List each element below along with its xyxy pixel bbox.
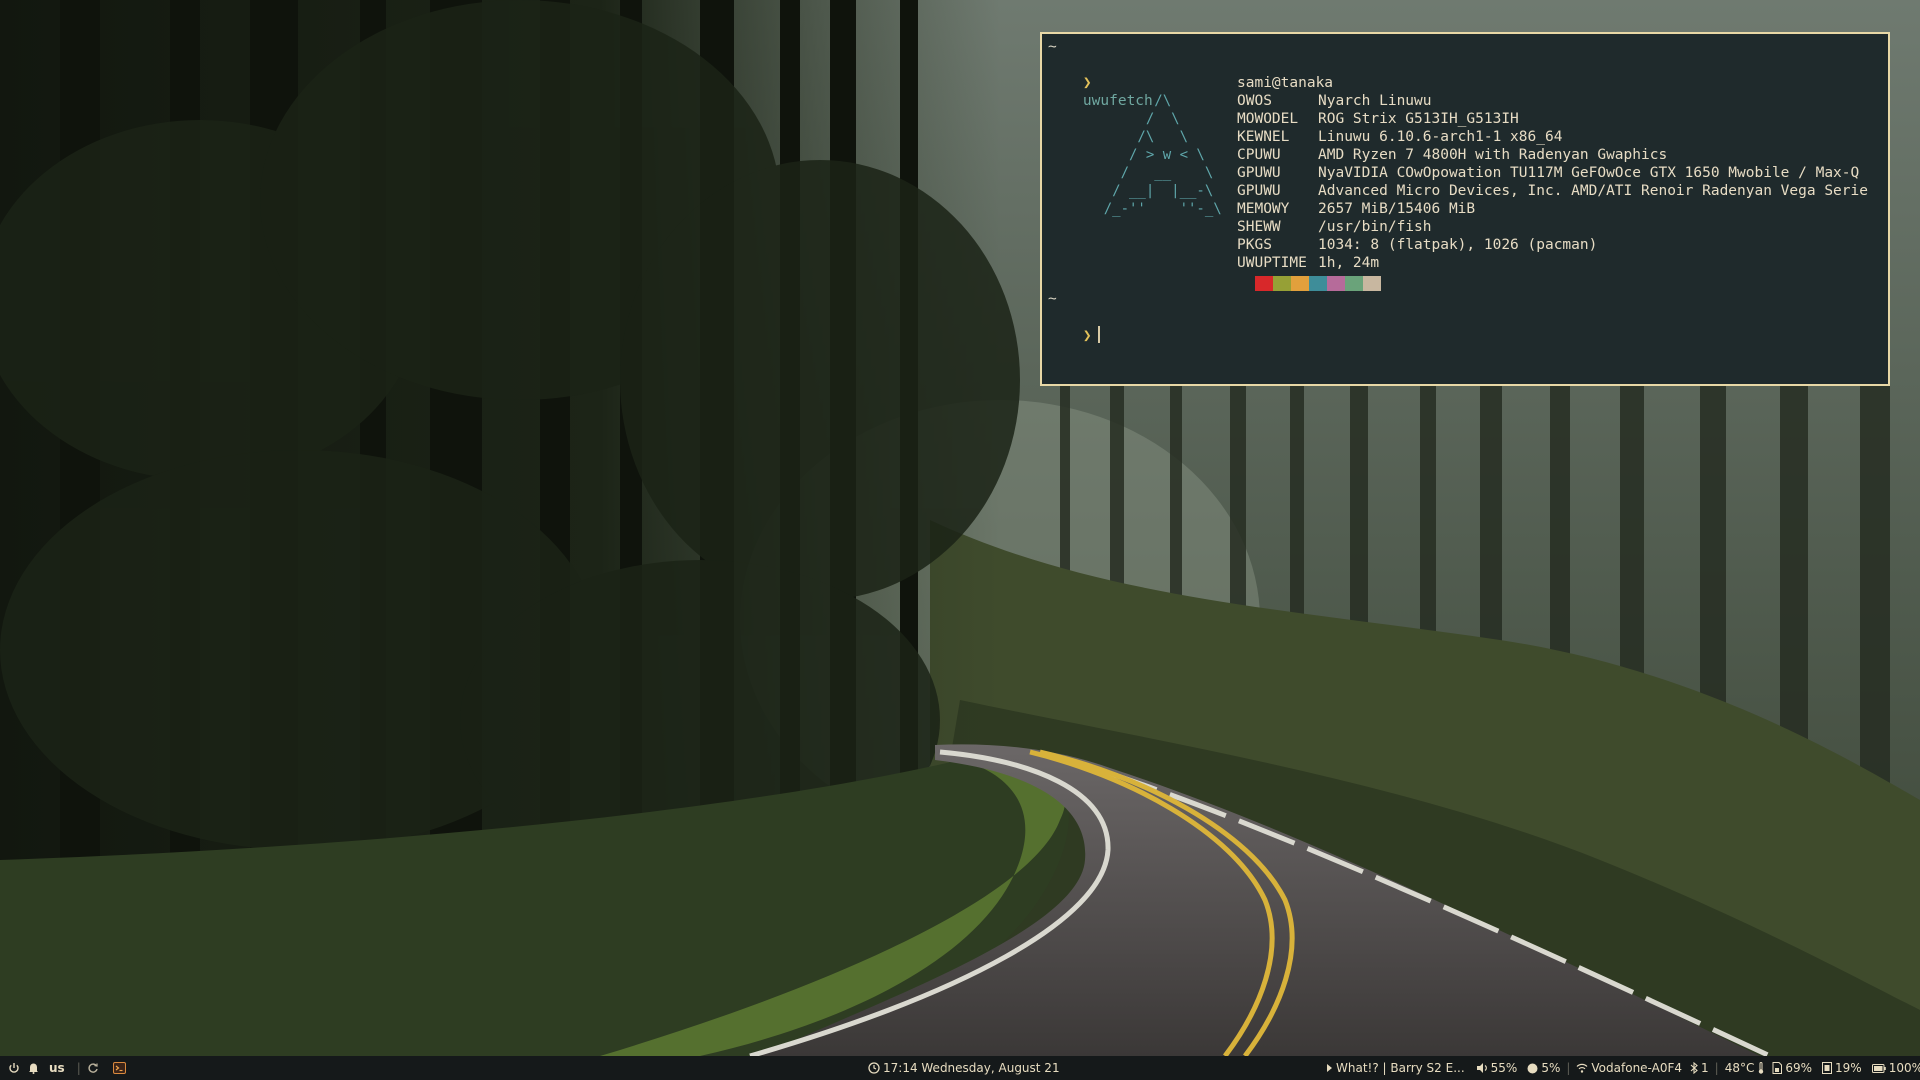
terminal-window[interactable]: ~ ❯ uwufetch /\ / \ /\ \ / > w < \ / __ … xyxy=(1040,32,1890,386)
brightness-level[interactable]: 5% xyxy=(1541,1056,1560,1080)
cpu-icon xyxy=(1822,1062,1833,1074)
info-value: Nyarch Linuwu xyxy=(1318,93,1432,109)
info-value: AMD Ryzen 7 4800H with Radenyan Gwaphics xyxy=(1318,147,1668,163)
wifi-icon[interactable] xyxy=(1576,1063,1588,1073)
memory-icon xyxy=(1772,1062,1783,1074)
panel-right: What!? | Barry S2 E... 55% 5% | Vodafone… xyxy=(1326,1056,1920,1080)
palette-swatch xyxy=(1309,276,1327,291)
active-prompt[interactable]: ❯ xyxy=(1048,308,1100,363)
power-icon[interactable] xyxy=(8,1062,20,1074)
info-value: Linuwu 6.10.6-arch1-1 x86_64 xyxy=(1318,129,1563,145)
volume-icon[interactable] xyxy=(1476,1063,1488,1073)
info-value: /usr/bin/fish xyxy=(1318,219,1432,235)
palette-swatch xyxy=(1237,276,1255,291)
taskbar-panel: us | 17:14 Wednesday, August 21 What!? |… xyxy=(0,1056,1920,1080)
brightness-icon[interactable] xyxy=(1527,1063,1538,1074)
bluetooth-count[interactable]: 1 xyxy=(1701,1056,1709,1080)
info-key: GPUWU xyxy=(1237,165,1281,181)
cpu-usage: 19% xyxy=(1835,1061,1862,1075)
volume-level[interactable]: 55% xyxy=(1491,1056,1518,1080)
palette-swatch xyxy=(1273,276,1291,291)
thermometer-icon xyxy=(1758,1062,1764,1074)
info-value: ROG Strix G513IH_G513IH xyxy=(1318,111,1519,127)
info-row: CPUWU AMD Ryzen 7 4800H with Radenyan Gwa… xyxy=(1237,146,1868,164)
info-row: PKGS 1034: 8 (flatpak), 1026 (pacman) xyxy=(1237,236,1868,254)
bluetooth-icon[interactable] xyxy=(1690,1062,1698,1074)
info-value: NyaVIDIA COwOpowation TU117M GeFOwOce GT… xyxy=(1318,165,1860,181)
clock-icon xyxy=(868,1062,880,1074)
panel-separator: | xyxy=(1714,1061,1719,1075)
terminal-icon[interactable] xyxy=(112,1062,126,1074)
battery-level[interactable]: 100% xyxy=(1889,1056,1920,1080)
info-value: Advanced Micro Devices, Inc. AMD/ATI Ren… xyxy=(1318,183,1868,199)
memory-usage: 69% xyxy=(1785,1061,1813,1075)
battery-icon[interactable] xyxy=(1871,1063,1886,1073)
info-value: 1h, 24m xyxy=(1318,255,1380,271)
info-key: MEMOWY xyxy=(1237,201,1290,217)
info-row: SHEWW/usr/bin/fish xyxy=(1237,218,1868,236)
palette-swatch xyxy=(1291,276,1309,291)
text-cursor xyxy=(1097,326,1100,343)
panel-left: us | xyxy=(8,1056,126,1080)
info-row: GPUWU NyaVIDIA COwOpowation TU117M GeFOwO… xyxy=(1237,164,1868,182)
prompt-arrow-icon: ❯ xyxy=(1082,328,1092,344)
info-row: OWOS Nyarch Linuwu xyxy=(1237,92,1868,110)
info-key: SHEWW xyxy=(1237,219,1281,235)
info-row: MEMOWY 2657 MiB/15406 MiB xyxy=(1237,200,1868,218)
panel-separator: | xyxy=(76,1061,81,1075)
info-key: PKGS xyxy=(1237,237,1272,253)
panel-separator: | xyxy=(1566,1061,1571,1075)
info-row: MOWODEL ROG Strix G513IH_G513IH xyxy=(1237,110,1868,128)
info-key: UWUPTIME xyxy=(1237,255,1307,271)
palette-swatch xyxy=(1345,276,1363,291)
refresh-icon[interactable] xyxy=(87,1062,99,1074)
user-host: sami@tanaka xyxy=(1237,75,1334,91)
info-value: 1034: 8 (flatpak), 1026 (pacman) xyxy=(1318,237,1598,253)
info-key: KEWNEL xyxy=(1237,129,1290,145)
info-row: KEWNEL Linuwu 6.10.6-arch1-1 x86_64 xyxy=(1237,128,1868,146)
palette-swatch xyxy=(1255,276,1273,291)
info-value: 2657 MiB/15406 MiB xyxy=(1318,201,1476,217)
prompt-path: ~ xyxy=(1048,291,1057,307)
distro-ascii-logo: /\ / \ /\ \ / > w < \ / __ \ / __| |__-\… xyxy=(1103,93,1222,217)
play-icon[interactable] xyxy=(1326,1063,1333,1073)
keyboard-layout-indicator[interactable]: us xyxy=(49,1056,65,1080)
palette-swatch xyxy=(1327,276,1345,291)
palette-swatch xyxy=(1363,276,1381,291)
wifi-network-name[interactable]: Vodafone-A0F4 xyxy=(1591,1056,1682,1080)
media-title[interactable]: What!? | Barry S2 E... xyxy=(1336,1056,1465,1080)
panel-clock[interactable]: 17:14 Wednesday, August 21 xyxy=(868,1056,1060,1080)
prompt-arrow-icon: ❯ xyxy=(1082,75,1092,91)
prompt-path: ~ xyxy=(1048,39,1057,55)
info-row: UWUPTIME 1h, 24m xyxy=(1237,254,1868,272)
info-key: CPUWU xyxy=(1237,147,1281,163)
system-info: sami@tanaka OWOS Nyarch Linuwu MOWODEL ROG… xyxy=(1237,74,1868,272)
cpu-temperature: 48°C xyxy=(1724,1061,1755,1075)
date-time: 17:14 Wednesday, August 21 xyxy=(883,1061,1060,1075)
info-row: GPUWU Advanced Micro Devices, Inc. AMD/AT… xyxy=(1237,182,1868,200)
info-key: MOWODEL xyxy=(1237,111,1299,127)
color-palette xyxy=(1237,276,1381,291)
bell-icon[interactable] xyxy=(28,1062,39,1074)
info-key: GPUWU xyxy=(1237,183,1281,199)
info-key: OWOS xyxy=(1237,93,1272,109)
